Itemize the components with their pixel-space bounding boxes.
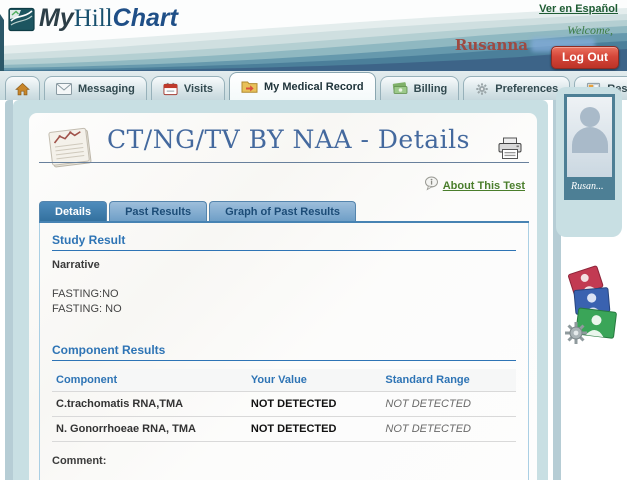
about-this-test[interactable]: About This Test <box>424 176 525 196</box>
component-name: N. Gonorrhoeae RNA, TMA <box>52 416 247 441</box>
language-toggle-link[interactable]: Ver en Español <box>539 3 618 15</box>
envelope-icon <box>56 83 72 95</box>
subtab-past-results[interactable]: Past Results <box>109 201 207 221</box>
app-header: MyHillChart Ver en Español Welcome, Rusa… <box>0 0 627 71</box>
tab-billing[interactable]: Billing <box>380 76 460 100</box>
table-row: C.trachomatis RNA,TMA NOT DETECTED NOT D… <box>52 391 516 416</box>
your-value: NOT DETECTED <box>247 416 382 441</box>
calendar-icon <box>163 82 178 96</box>
your-value: NOT DETECTED <box>247 391 382 416</box>
tab-label: Billing <box>414 83 448 95</box>
component-results-heading: Component Results <box>52 343 516 361</box>
narrative-line: FASTING:NO <box>52 287 516 302</box>
speech-bubble-info-icon <box>424 176 439 196</box>
title-divider <box>39 162 529 163</box>
avatar-photo-placeholder <box>567 97 612 153</box>
column-header-your-value: Your Value <box>247 369 382 392</box>
column-header-component: Component <box>52 369 247 392</box>
column-header-standard-range: Standard Range <box>381 369 516 392</box>
tab-label: Messaging <box>78 83 135 95</box>
page-title: CT/NG/TV BY NAA - Details <box>107 125 470 154</box>
frame-left-edge <box>5 100 13 480</box>
active-patient-selector[interactable]: Rusan... <box>556 87 622 237</box>
test-results-notepad-icon <box>45 123 97 174</box>
component-name: C.trachomatis RNA,TMA <box>52 391 247 416</box>
medical-record-folder-icon <box>241 80 258 93</box>
result-subtabs: Details Past Results Graph of Past Resul… <box>39 201 529 221</box>
about-this-test-link: About This Test <box>443 180 525 192</box>
app-logo[interactable]: MyHillChart <box>8 4 178 33</box>
standard-range: NOT DETECTED <box>381 391 516 416</box>
tab-label: Preferences <box>495 83 558 95</box>
component-results-table: Component Your Value Standard Range C.tr… <box>52 369 516 442</box>
tab-my-medical-record[interactable]: My Medical Record <box>229 72 376 100</box>
details-tab-content: Study Result Narrative FASTING:NO FASTIN… <box>39 223 529 480</box>
narrative-label: Narrative <box>52 259 516 271</box>
user-first-name: Rusanna <box>455 36 528 54</box>
home-icon <box>15 82 30 96</box>
logo-text-chart: Chart <box>113 4 178 32</box>
narrative-line: FASTING: NO <box>52 302 516 317</box>
table-row: N. Gonorrhoeae RNA, TMA NOT DETECTED NOT… <box>52 416 516 441</box>
tab-label: My Medical Record <box>264 81 364 93</box>
tab-home[interactable] <box>5 76 40 100</box>
tab-messaging[interactable]: Messaging <box>44 76 147 100</box>
print-icon[interactable] <box>497 137 523 165</box>
subtab-details[interactable]: Details <box>39 201 107 221</box>
logo-text-my: My <box>39 4 74 32</box>
tab-preferences[interactable]: Preferences <box>463 76 570 100</box>
main-panel: CT/NG/TV BY NAA - Details <box>29 113 537 480</box>
comment-label: Comment: <box>52 455 516 467</box>
table-header-row: Component Your Value Standard Range <box>52 369 516 392</box>
tab-visits[interactable]: Visits <box>151 76 225 100</box>
avatar-name-label: Rusan... <box>567 177 612 197</box>
subtab-graph-of-past-results[interactable]: Graph of Past Results <box>209 201 356 221</box>
logo-chart-folder-icon <box>8 6 35 32</box>
standard-range: NOT DETECTED <box>381 416 516 441</box>
manage-accounts-icon[interactable] <box>563 262 621 348</box>
billing-money-icon <box>392 82 408 95</box>
study-result-heading: Study Result <box>52 233 516 251</box>
myhillchart-app: MyHillChart Ver en Español Welcome, Rusa… <box>0 0 627 480</box>
primary-nav: Messaging Visits My Medical <box>0 71 627 100</box>
logo-text-hill: Hill <box>74 5 113 32</box>
gear-icon <box>475 82 489 96</box>
tab-label: Visits <box>184 83 213 95</box>
patient-avatar: Rusan... <box>564 94 615 200</box>
logout-button[interactable]: Log Out <box>551 46 619 69</box>
